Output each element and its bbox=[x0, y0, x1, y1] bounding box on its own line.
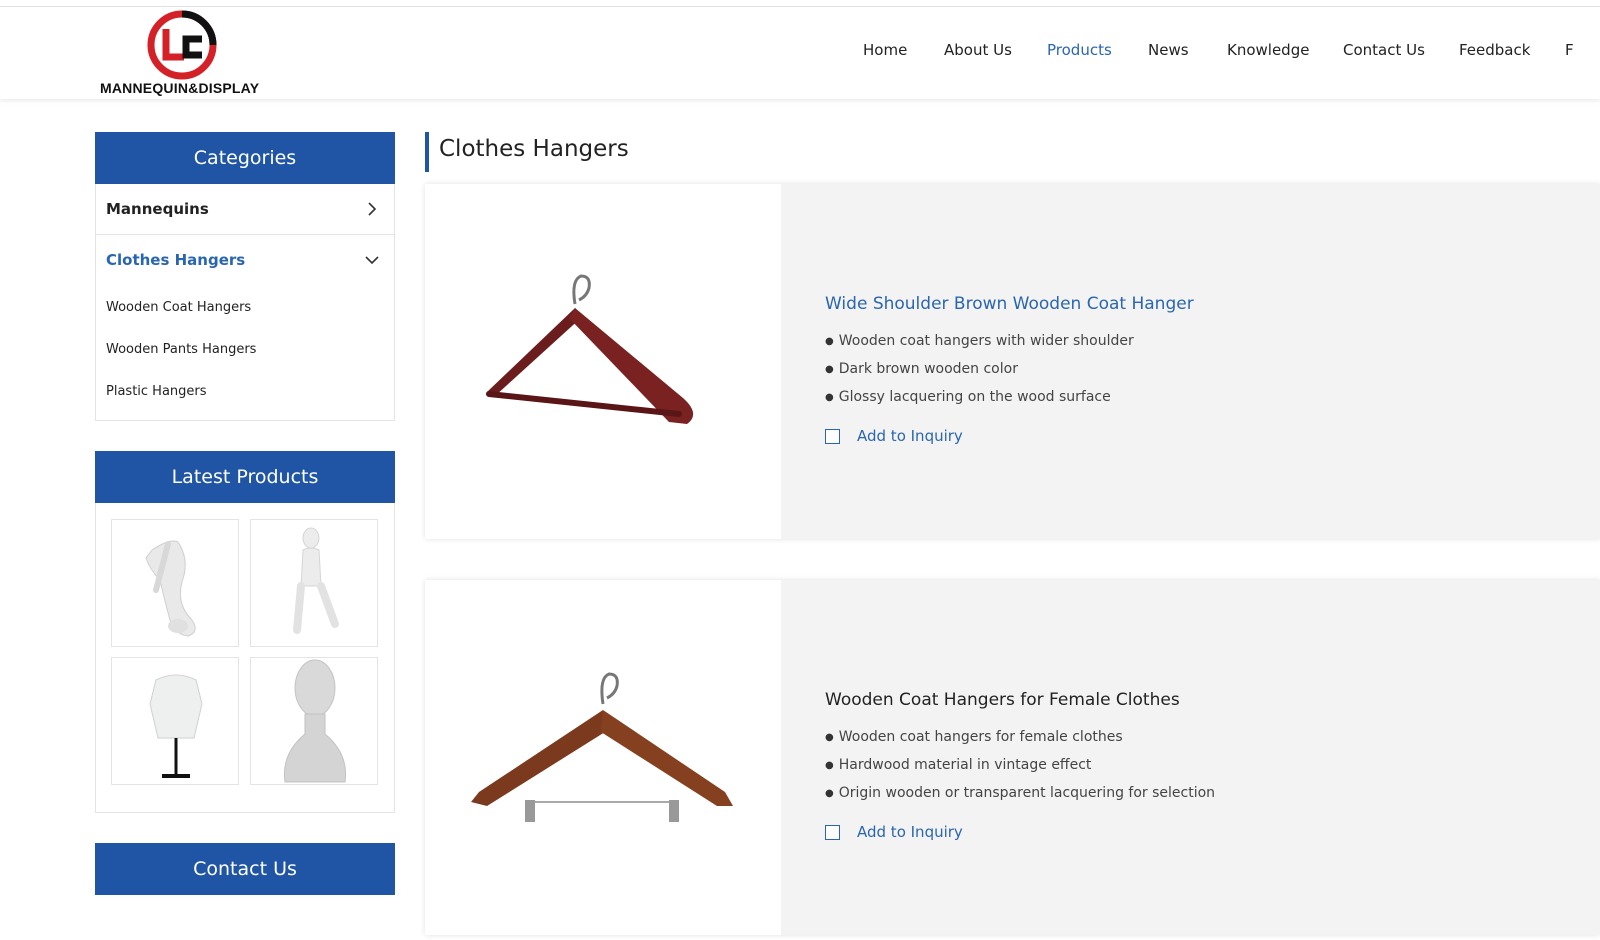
inquiry-checkbox[interactable] bbox=[825, 825, 840, 840]
inquiry-checkbox[interactable] bbox=[825, 429, 840, 444]
subcategory-plastic-hangers[interactable]: Plastic Hangers bbox=[96, 372, 394, 414]
main-content: Clothes Hangers Wide Shoulder Brown Wood… bbox=[425, 132, 1600, 935]
mannequin-pose-image bbox=[145, 540, 196, 637]
latest-products-grid bbox=[95, 503, 395, 813]
nav-about-us[interactable]: About Us bbox=[944, 41, 1012, 59]
nav-home[interactable]: Home bbox=[863, 41, 907, 59]
chevron-right-icon[interactable] bbox=[364, 201, 380, 217]
mannequin-sitting-image bbox=[293, 527, 339, 634]
add-to-inquiry: Add to Inquiry bbox=[825, 822, 1215, 844]
feature-item: Wooden coat hangers for female clothes bbox=[825, 724, 1215, 752]
logo-mark-icon bbox=[147, 10, 217, 80]
product-features: Wooden coat hangers for female clothes H… bbox=[825, 724, 1215, 808]
category-label: Mannequins bbox=[106, 200, 209, 218]
nav-products[interactable]: Products bbox=[1047, 41, 1112, 59]
feature-item: Hardwood material in vintage effect bbox=[825, 752, 1215, 780]
contact-us-section: Contact Us bbox=[95, 843, 395, 895]
subcategory-list: Wooden Coat Hangers Wooden Pants Hangers… bbox=[96, 286, 394, 420]
feature-item: Origin wooden or transparent lacquering … bbox=[825, 780, 1215, 808]
latest-products-heading: Latest Products bbox=[95, 451, 395, 503]
feature-item: Glossy lacquering on the wood surface bbox=[825, 384, 1194, 412]
nav-feedback[interactable]: Feedback bbox=[1459, 41, 1530, 59]
sidebar: Categories Mannequins Clothes Hangers Wo… bbox=[95, 132, 395, 895]
product-title-link[interactable]: Wooden Coat Hangers for Female Clothes bbox=[825, 690, 1215, 710]
product-info: Wooden Coat Hangers for Female Clothes W… bbox=[825, 690, 1215, 844]
torso-mannequin-image bbox=[149, 674, 203, 778]
feature-item: Wooden coat hangers with wider shoulder bbox=[825, 328, 1194, 356]
product-title-link[interactable]: Wide Shoulder Brown Wooden Coat Hanger bbox=[825, 294, 1194, 314]
logo-text: MANNEQUIN&DISPLAY bbox=[100, 80, 260, 96]
product-card: Wooden Coat Hangers for Female Clothes W… bbox=[425, 580, 1600, 935]
add-to-inquiry-label[interactable]: Add to Inquiry bbox=[857, 823, 963, 841]
feature-item: Dark brown wooden color bbox=[825, 356, 1194, 384]
product-image[interactable] bbox=[425, 580, 781, 935]
add-to-inquiry: Add to Inquiry bbox=[825, 426, 1194, 448]
category-mannequins[interactable]: Mannequins bbox=[96, 184, 394, 235]
categories-heading: Categories bbox=[95, 132, 395, 184]
chevron-down-icon[interactable] bbox=[364, 252, 380, 268]
page-title-bar: Clothes Hangers bbox=[425, 132, 1600, 172]
nav-news[interactable]: News bbox=[1148, 41, 1189, 59]
product-features: Wooden coat hangers with wider shoulder … bbox=[825, 328, 1194, 412]
product-card: Wide Shoulder Brown Wooden Coat Hanger W… bbox=[425, 184, 1600, 539]
top-strip bbox=[0, 0, 1600, 7]
product-info: Wide Shoulder Brown Wooden Coat Hanger W… bbox=[825, 294, 1194, 448]
add-to-inquiry-label[interactable]: Add to Inquiry bbox=[857, 427, 963, 445]
category-clothes-hangers[interactable]: Clothes Hangers bbox=[96, 235, 394, 286]
latest-product-thumb[interactable] bbox=[250, 657, 378, 785]
categories-list: Mannequins Clothes Hangers Wooden Coat H… bbox=[95, 184, 395, 421]
subcategory-wooden-coat-hangers[interactable]: Wooden Coat Hangers bbox=[96, 288, 394, 330]
latest-products: Latest Products bbox=[95, 451, 395, 813]
latest-product-thumb[interactable] bbox=[111, 519, 239, 647]
contact-us-heading: Contact Us bbox=[95, 843, 395, 895]
product-image[interactable] bbox=[425, 184, 781, 539]
nav-more[interactable]: F bbox=[1565, 41, 1574, 59]
head-mannequin-image bbox=[283, 659, 347, 783]
page-title: Clothes Hangers bbox=[439, 136, 629, 162]
brown-coat-hanger-image bbox=[486, 274, 694, 424]
site-header: MANNEQUIN&DISPLAY Home About Us Products… bbox=[0, 7, 1600, 99]
latest-product-thumb[interactable] bbox=[111, 657, 239, 785]
latest-product-thumb[interactable] bbox=[250, 519, 378, 647]
site-logo[interactable]: MANNEQUIN&DISPLAY bbox=[96, 7, 271, 99]
nav-knowledge[interactable]: Knowledge bbox=[1227, 41, 1309, 59]
nav-contact-us[interactable]: Contact Us bbox=[1343, 41, 1425, 59]
subcategory-wooden-pants-hangers[interactable]: Wooden Pants Hangers bbox=[96, 330, 394, 372]
clip-coat-hanger-image bbox=[471, 672, 733, 822]
category-label: Clothes Hangers bbox=[106, 251, 246, 269]
